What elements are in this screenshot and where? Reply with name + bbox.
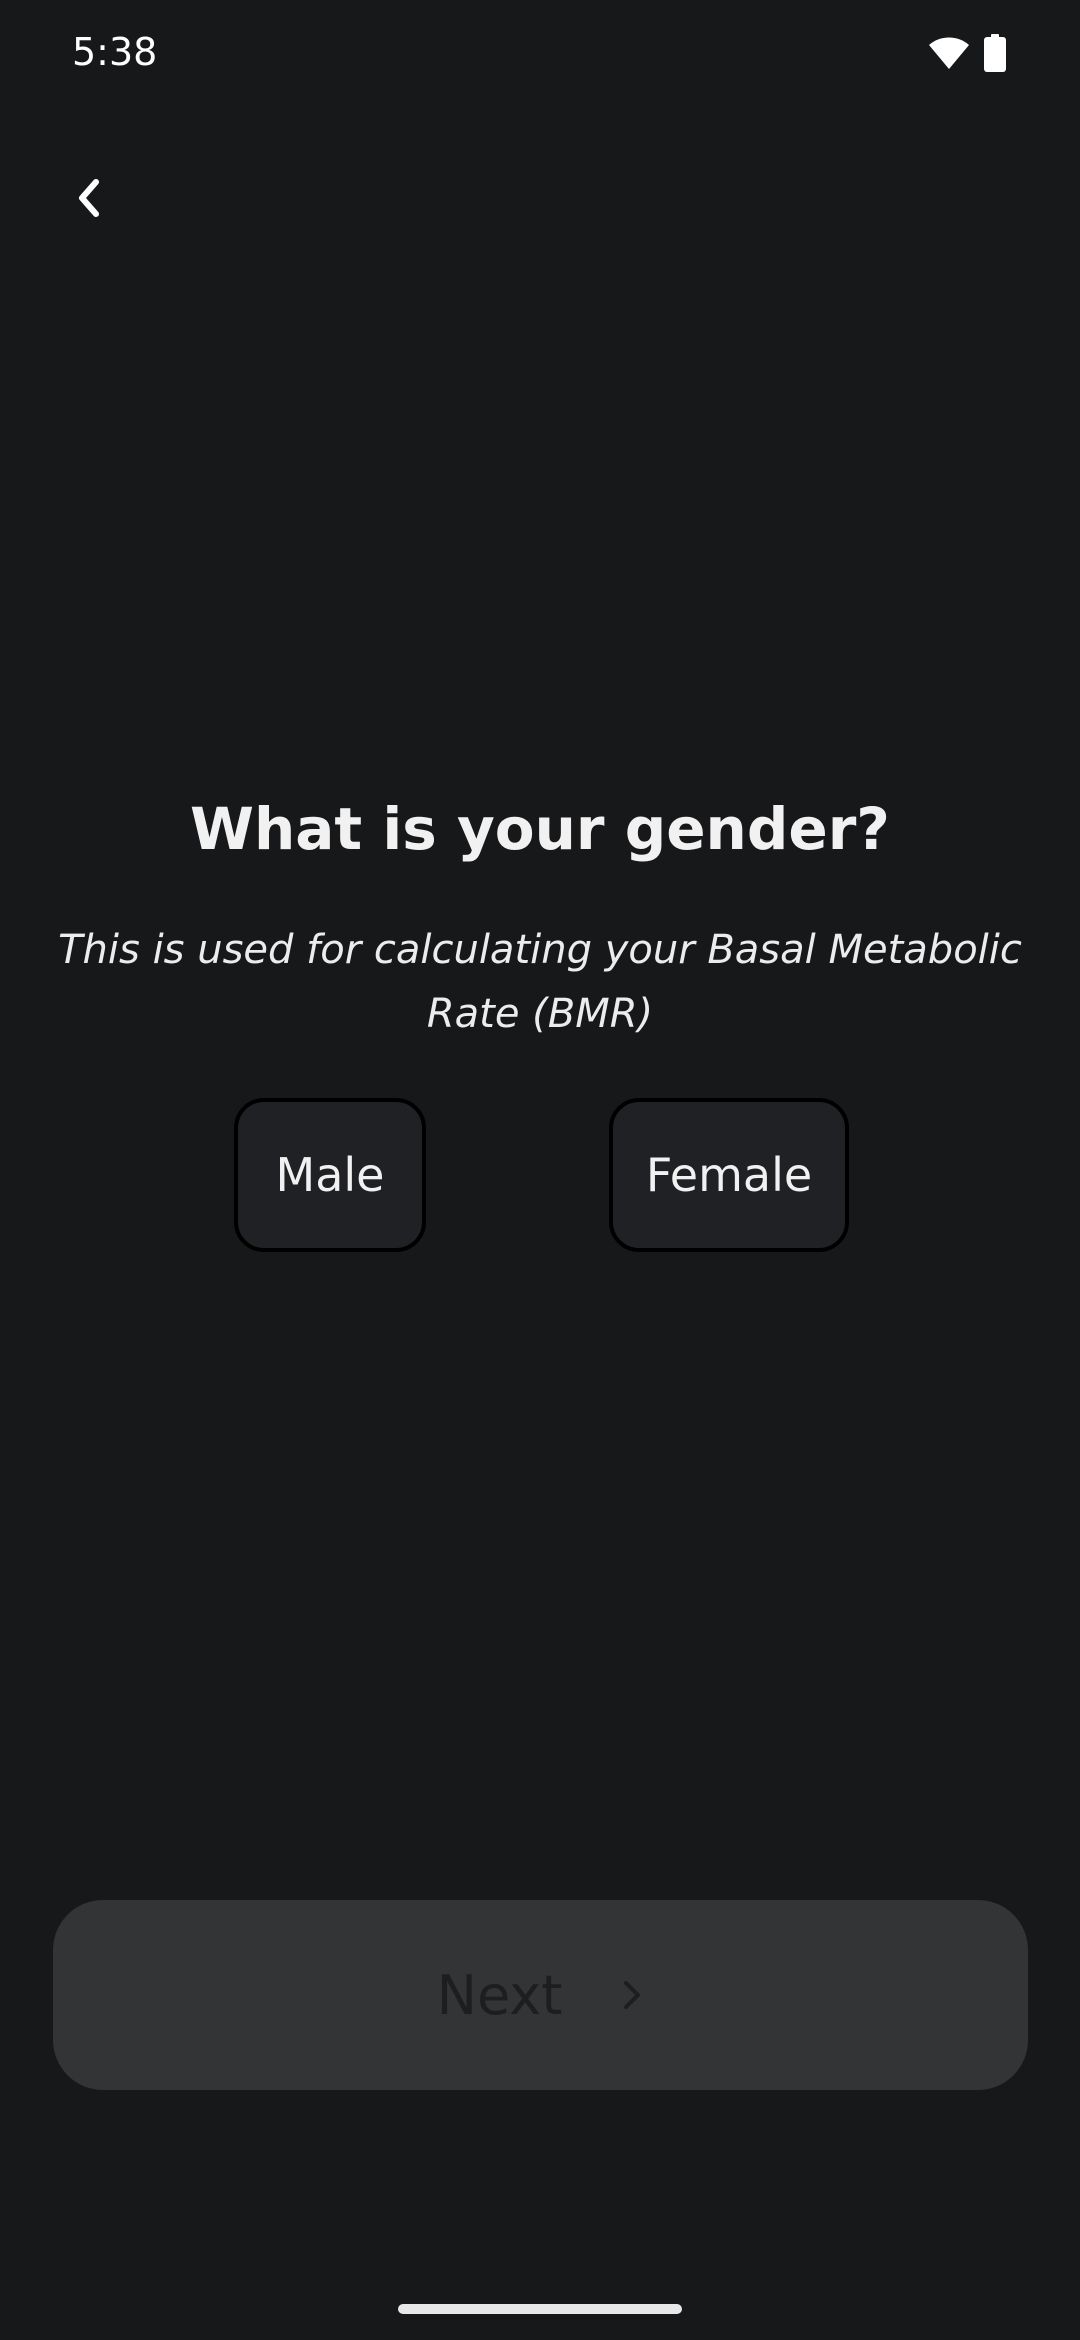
battery-icon bbox=[984, 34, 1006, 72]
male-option-button[interactable]: Male bbox=[234, 1098, 426, 1252]
gender-selection-screen: 5:38 What is your gender? This is used f… bbox=[0, 0, 1080, 2340]
status-bar: 5:38 bbox=[0, 0, 1080, 100]
next-button-label: Next bbox=[436, 1963, 563, 2027]
back-button[interactable] bbox=[52, 160, 128, 236]
wifi-icon bbox=[929, 37, 969, 69]
page-title: What is your gender? bbox=[190, 795, 890, 863]
chevron-right-icon bbox=[624, 1981, 641, 2009]
page-subtitle: This is used for calculating your Basal … bbox=[58, 927, 1022, 1037]
chevron-left-icon bbox=[79, 179, 99, 217]
female-option-button[interactable]: Female bbox=[609, 1098, 849, 1252]
home-indicator[interactable] bbox=[398, 2304, 682, 2314]
next-button[interactable]: Next bbox=[53, 1900, 1028, 2090]
status-time: 5:38 bbox=[72, 30, 158, 74]
